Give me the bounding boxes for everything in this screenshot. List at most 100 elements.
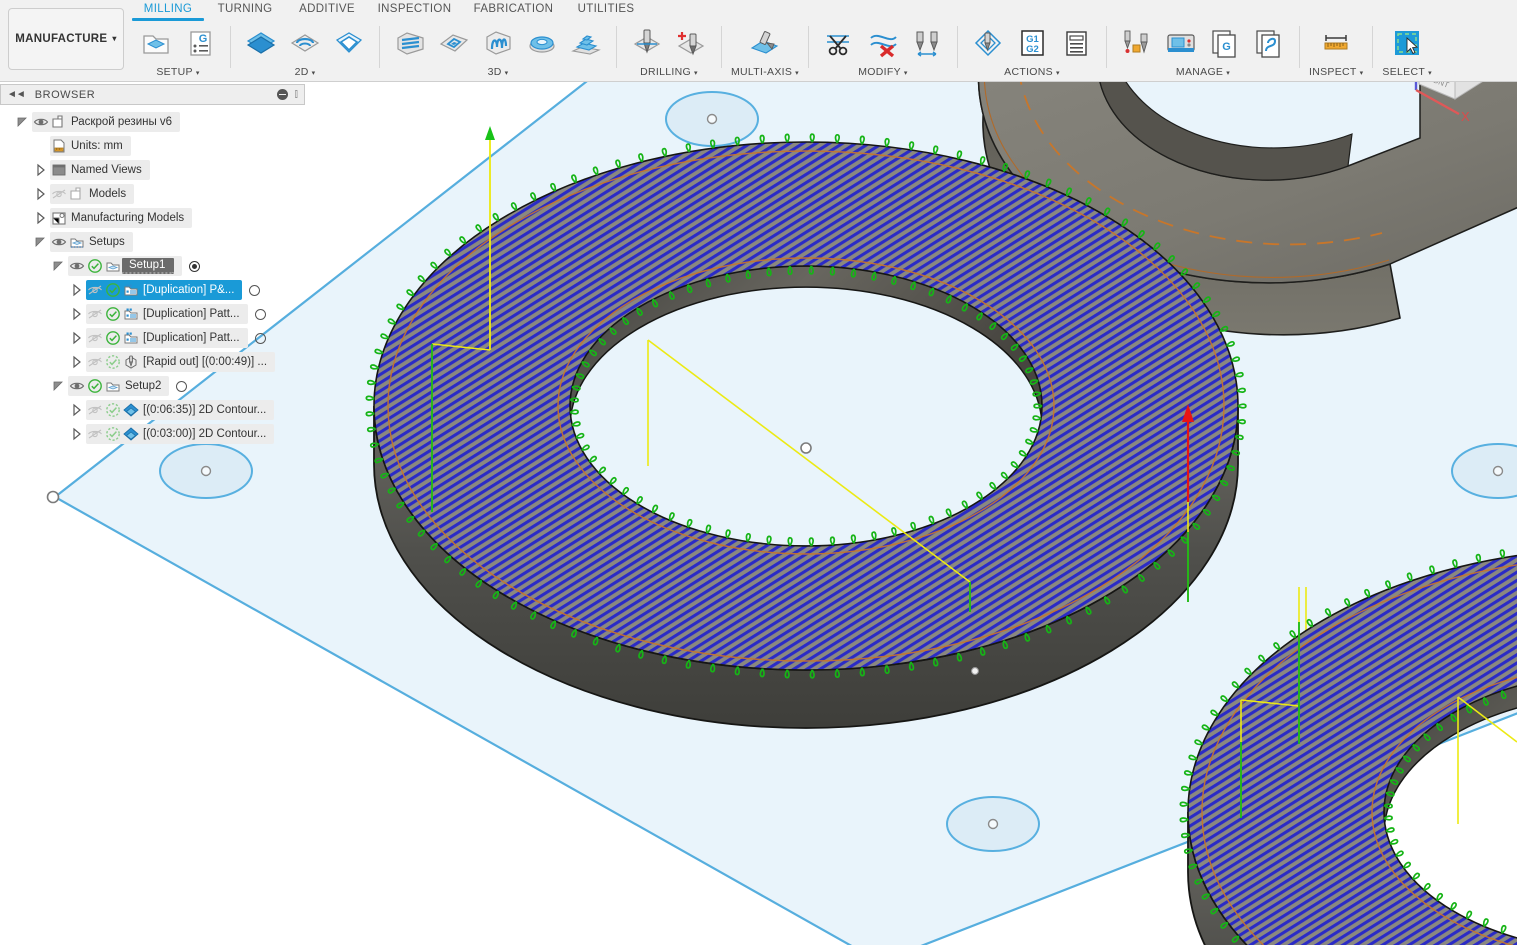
- panel-icon-row: G: [1116, 20, 1290, 64]
- expand-triangle-icon[interactable]: [68, 330, 86, 346]
- visibility-eye-icon[interactable]: [86, 402, 104, 418]
- panel-dropdown-label[interactable]: 2D ▾: [295, 64, 316, 80]
- tool-library-compare-icon[interactable]: [906, 22, 948, 64]
- tree-item[interactable]: [Rapid out] [(0:00:49)] ...: [0, 350, 305, 374]
- tree-item[interactable]: Setups: [0, 230, 305, 254]
- minimize-icon[interactable]: [277, 89, 289, 100]
- collapse-panel-icon[interactable]: ◄◄: [7, 89, 26, 100]
- pocket-clearing-icon[interactable]: [433, 22, 475, 64]
- tree-item[interactable]: [Duplication] Patt...: [0, 326, 305, 350]
- visibility-eye-icon[interactable]: [68, 258, 86, 274]
- ribbon-tab-inspection[interactable]: INSPECTION: [368, 0, 461, 22]
- tree-item[interactable]: [Duplication] P&...: [0, 278, 305, 302]
- panel-dropdown-label[interactable]: SELECT ▾: [1382, 64, 1431, 80]
- scallop-icon[interactable]: [521, 22, 563, 64]
- visibility-eye-icon[interactable]: [86, 330, 104, 346]
- panel-dropdown-label[interactable]: INSPECT ▾: [1309, 64, 1363, 80]
- nc-program-g-icon[interactable]: G: [1204, 22, 1246, 64]
- activate-setup-radio[interactable]: [189, 260, 201, 272]
- tree-item[interactable]: Раскрой резины v6: [0, 110, 305, 134]
- validity-check-icon: [104, 426, 122, 442]
- post-process-g1g2-icon[interactable]: G1 G2: [1011, 22, 1053, 64]
- expand-triangle-icon[interactable]: [68, 402, 86, 418]
- setup-sheet-icon[interactable]: [1055, 22, 1097, 64]
- delete-toolpath-icon[interactable]: [862, 22, 904, 64]
- expand-triangle-icon[interactable]: [68, 306, 86, 322]
- expand-triangle-icon[interactable]: [68, 354, 86, 370]
- tree-item[interactable]: Named Views: [0, 158, 305, 182]
- activate-setup-radio[interactable]: [249, 284, 261, 296]
- expand-triangle-icon[interactable]: [32, 186, 50, 202]
- collapse-triangle-icon[interactable]: [50, 258, 68, 274]
- svg-text:G2: G2: [1026, 44, 1039, 55]
- generate-nc-program-icon[interactable]: G: [179, 22, 221, 64]
- multi-axis-contour-icon[interactable]: [744, 22, 786, 64]
- visibility-eye-icon[interactable]: [86, 354, 104, 370]
- tree-item[interactable]: Units: mm: [0, 134, 305, 158]
- expand-triangle-icon[interactable]: [68, 282, 86, 298]
- tree-item[interactable]: Manufacturing Models: [0, 206, 305, 230]
- activate-setup-radio[interactable]: [254, 308, 266, 320]
- contour-2d-icon[interactable]: [328, 22, 370, 64]
- bore-add-icon[interactable]: [670, 22, 712, 64]
- tree-item-pill: Setup2: [68, 376, 170, 396]
- visibility-eye-icon[interactable]: [32, 114, 50, 130]
- measure-ruler-icon[interactable]: [1315, 22, 1357, 64]
- ribbon-tab-turning[interactable]: TURNING: [204, 0, 286, 22]
- drag-grip-icon[interactable]: ⫾: [294, 88, 298, 101]
- visibility-eye-icon[interactable]: [86, 306, 104, 322]
- panel-dropdown-label[interactable]: MULTI-AXIS ▾: [731, 64, 799, 80]
- visibility-eye-icon[interactable]: [68, 378, 86, 394]
- expand-triangle-icon[interactable]: [32, 162, 50, 178]
- tree-item[interactable]: [(0:06:35)] 2D Contour...: [0, 398, 305, 422]
- tree-item[interactable]: Models: [0, 182, 305, 206]
- panel-dropdown-label[interactable]: ACTIONS ▾: [1004, 64, 1060, 80]
- adaptive-clearing-3d-icon[interactable]: [389, 22, 431, 64]
- template-library-icon[interactable]: [1248, 22, 1290, 64]
- ribbon-tab-additive[interactable]: ADDITIVE: [286, 0, 368, 22]
- parallel-icon[interactable]: [477, 22, 519, 64]
- validity-check-icon: [86, 378, 104, 394]
- spiral-icon[interactable]: [565, 22, 607, 64]
- machine-library-icon[interactable]: [1160, 22, 1202, 64]
- expand-triangle-icon[interactable]: [32, 210, 50, 226]
- collapse-triangle-icon[interactable]: [14, 114, 32, 130]
- trim-toolpath-icon[interactable]: [818, 22, 860, 64]
- activate-setup-radio[interactable]: [176, 380, 188, 392]
- drill-icon[interactable]: [626, 22, 668, 64]
- tree-item-label: Setup2: [125, 380, 162, 392]
- simulate-icon[interactable]: [967, 22, 1009, 64]
- collapse-triangle-icon[interactable]: [32, 234, 50, 250]
- ribbon-tab-fabrication[interactable]: FABRICATION: [461, 0, 566, 22]
- tree-item-label: [Duplication] Patt...: [143, 332, 240, 344]
- visibility-eye-icon[interactable]: [86, 282, 104, 298]
- adaptive-clearing-2d-icon[interactable]: [284, 22, 326, 64]
- tree-item[interactable]: Setup1: [0, 254, 305, 278]
- activate-setup-radio[interactable]: [254, 332, 266, 344]
- pattern-op-icon: [122, 306, 140, 322]
- visibility-eye-icon[interactable]: [50, 186, 68, 202]
- expand-triangle-icon[interactable]: [68, 426, 86, 442]
- panel-dropdown-label[interactable]: DRILLING ▾: [640, 64, 698, 80]
- panel-dropdown-label[interactable]: 3D ▾: [488, 64, 509, 80]
- visibility-eye-icon[interactable]: [50, 234, 68, 250]
- tree-item-pill: Manufacturing Models: [50, 208, 193, 228]
- setup-folder-icon[interactable]: [135, 22, 177, 64]
- tree-item-pill: [Duplication] Patt...: [86, 328, 248, 348]
- select-window-icon[interactable]: [1386, 22, 1428, 64]
- panel-dropdown-label[interactable]: MODIFY ▾: [858, 64, 907, 80]
- panel-dropdown-label[interactable]: SETUP ▾: [156, 64, 199, 80]
- collapse-triangle-icon[interactable]: [50, 378, 68, 394]
- browser-panel: ◄◄ BROWSER ⫾ Раскрой резины v6 Units: mm N…: [0, 84, 305, 446]
- ribbon-tab-utilities[interactable]: UTILITIES: [566, 0, 646, 22]
- tool-library-icon[interactable]: [1116, 22, 1158, 64]
- workspace-selector[interactable]: MANUFACTURE ▾: [8, 8, 124, 70]
- ribbon-tab-milling[interactable]: MILLING: [132, 0, 204, 22]
- tree-item[interactable]: Setup2: [0, 374, 305, 398]
- tree-item[interactable]: [(0:03:00)] 2D Contour...: [0, 422, 305, 446]
- visibility-eye-icon[interactable]: [86, 426, 104, 442]
- tree-item[interactable]: [Duplication] Patt...: [0, 302, 305, 326]
- face-icon[interactable]: [240, 22, 282, 64]
- panel-dropdown-label[interactable]: MANAGE ▾: [1176, 64, 1230, 80]
- tree-item-pill: [Duplication] Patt...: [86, 304, 248, 324]
